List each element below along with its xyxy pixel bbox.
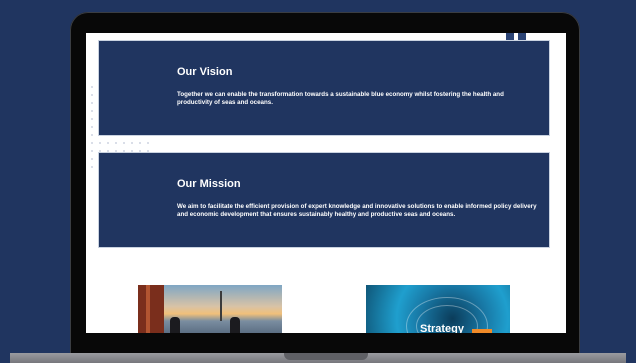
mission-title: Our Mission [177, 178, 241, 190]
vision-card: Our Vision Together we can enable the tr… [99, 41, 549, 135]
laptop-screen: Our Vision Together we can enable the tr… [86, 33, 566, 333]
research-vessel-image[interactable] [138, 285, 282, 333]
ship-rail-post [146, 285, 150, 333]
crew-member [170, 317, 180, 333]
mission-card: Our Mission We aim to facilitate the eff… [99, 153, 549, 247]
crew-member [230, 317, 240, 333]
strategy-caption[interactable]: Strategy [420, 323, 464, 333]
ship-rail [138, 285, 164, 333]
strategy-card-image[interactable]: Strategy [366, 285, 510, 333]
vision-text: Together we can enable the transformatio… [177, 91, 504, 106]
mission-text: We aim to facilitate the efficient provi… [177, 203, 537, 218]
laptop-notch [284, 353, 368, 360]
accent-bar [472, 329, 492, 333]
mast [220, 291, 222, 321]
vision-title: Our Vision [177, 66, 233, 78]
